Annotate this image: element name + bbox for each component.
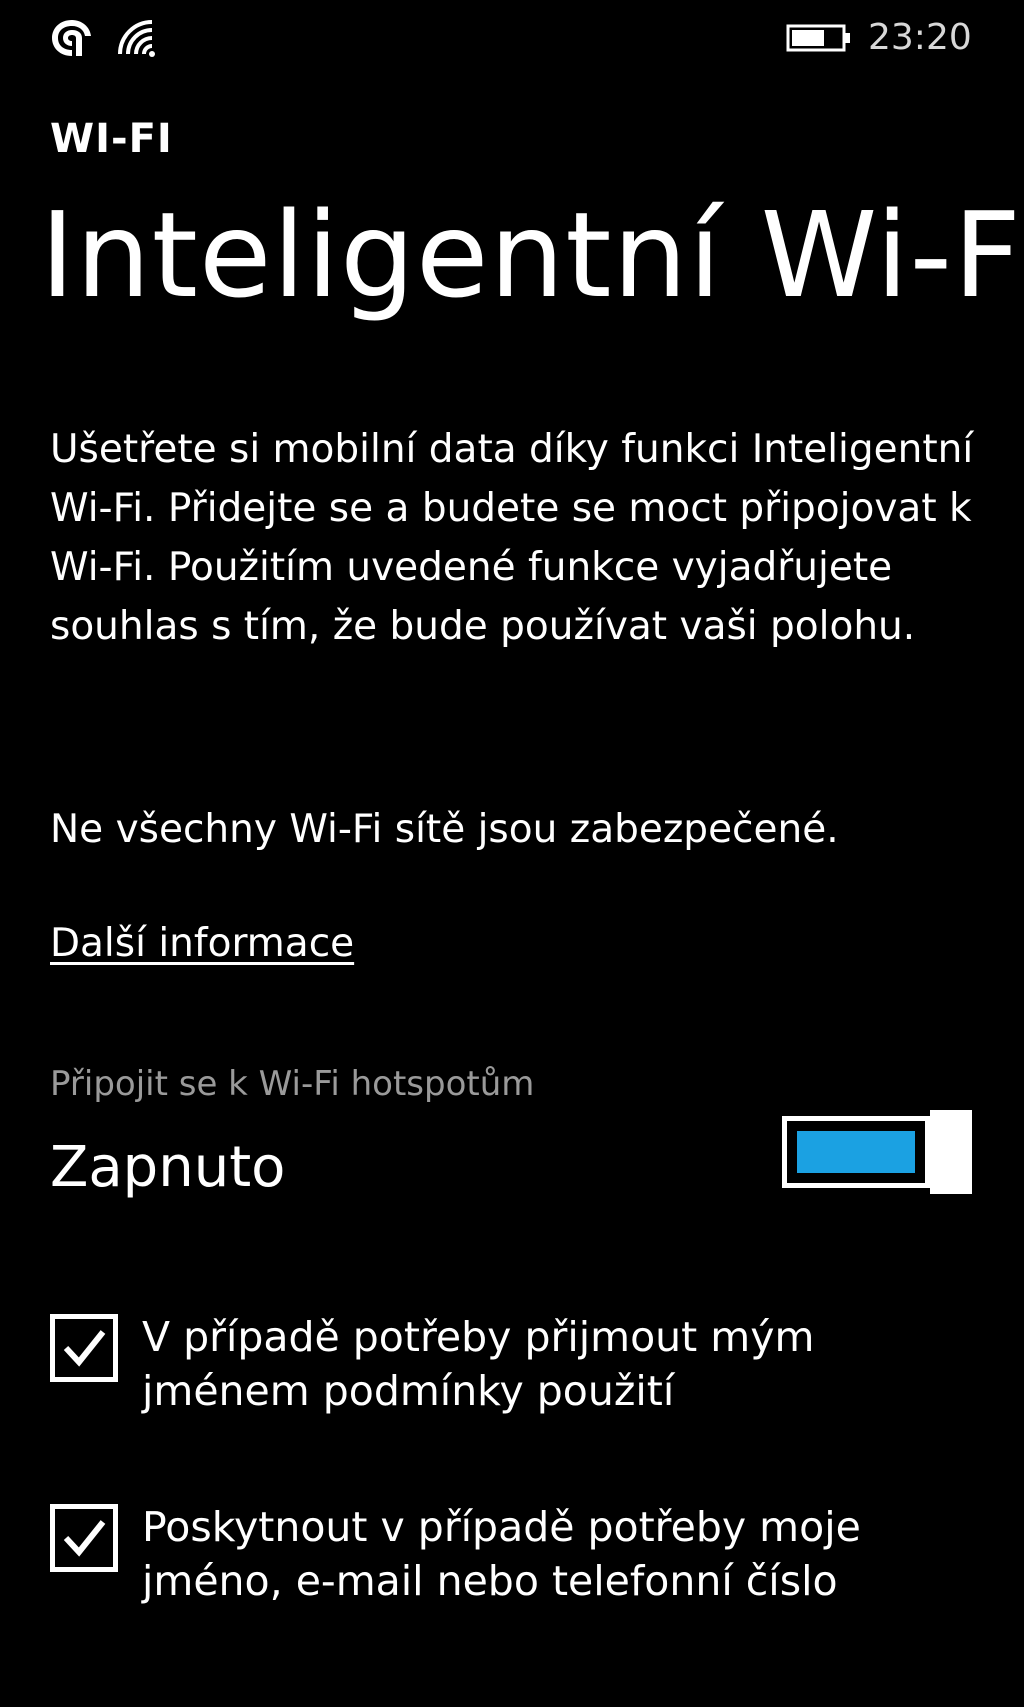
share-contact-label: Poskytnout v případě potřeby moje jméno,… bbox=[142, 1503, 861, 1605]
checkmark-icon bbox=[63, 1330, 106, 1367]
hotspot-toggle-state: Zapnuto bbox=[50, 1135, 286, 1200]
hotspot-toggle-switch[interactable] bbox=[782, 1110, 972, 1194]
more-info-link[interactable]: Další informace bbox=[50, 914, 354, 973]
status-bar: 23:20 bbox=[0, 0, 1024, 76]
share-contact-checkbox[interactable] bbox=[50, 1504, 118, 1572]
toggle-thumb[interactable] bbox=[930, 1110, 972, 1194]
description-text: Ušetřete si mobilní data díky funkci Int… bbox=[50, 427, 974, 649]
security-warning-text: Ne všechny Wi-Fi sítě jsou zabezpečené. bbox=[50, 807, 839, 852]
checkmark-icon bbox=[63, 1520, 106, 1557]
toggle-fill bbox=[797, 1131, 915, 1173]
hotspot-toggle-header: Připojit se k Wi-Fi hotspotům bbox=[50, 1064, 535, 1104]
signal-icon bbox=[50, 18, 94, 58]
accept-terms-checkbox[interactable] bbox=[50, 1314, 118, 1382]
wifi-icon bbox=[116, 18, 160, 58]
battery-icon bbox=[786, 24, 852, 52]
toggle-track bbox=[782, 1116, 930, 1188]
app-title: WI-FI bbox=[50, 116, 173, 162]
clock: 23:20 bbox=[868, 17, 972, 58]
accept-terms-label: V případě potřeby přijmout mým jménem po… bbox=[142, 1313, 815, 1415]
page-title: Inteligentní Wi-Fi bbox=[40, 186, 1024, 324]
